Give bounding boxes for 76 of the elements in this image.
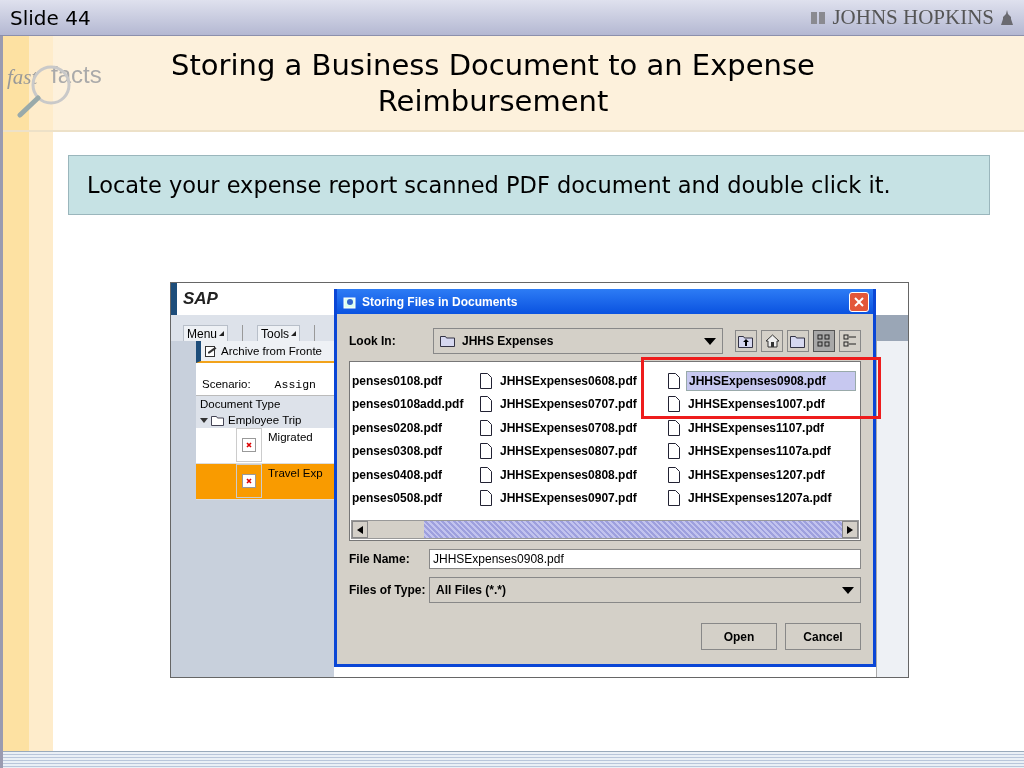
cancel-button[interactable]: Cancel [785, 623, 861, 650]
left-arrow-icon [357, 525, 363, 534]
file-item[interactable]: JHHSExpenses0707.pdf [498, 395, 641, 414]
right-arrow-icon [847, 525, 853, 534]
file-item[interactable]: JHHSExpenses0708.pdf [498, 418, 641, 437]
file-item[interactable]: JHHSExpenses0907.pdf [498, 489, 641, 508]
column-header: Document Type [196, 395, 334, 412]
instruction-callout: Locate your expense report scanned PDF document and double click it. [68, 155, 990, 215]
horizontal-scrollbar[interactable] [351, 520, 859, 539]
file-icon [480, 443, 492, 460]
file-item[interactable]: penses0408.pdf [350, 465, 447, 484]
slide-number: Slide 44 [10, 5, 91, 30]
home-button[interactable] [761, 330, 783, 352]
accent-bar [171, 283, 177, 315]
sap-logo: SAP [183, 289, 218, 309]
dome-icon [1000, 9, 1014, 26]
file-icon [480, 372, 492, 389]
details-icon [843, 334, 857, 348]
file-item[interactable]: penses0508.pdf [350, 489, 447, 508]
field-label: Files of Type: [349, 583, 427, 597]
archive-button[interactable]: Archive from Fronte [196, 341, 334, 363]
look-in-dropdown[interactable]: JHHS Expenses [433, 328, 723, 354]
caret-icon [704, 337, 716, 345]
new-folder-button[interactable] [787, 330, 809, 352]
file-icon [668, 419, 680, 436]
file-item[interactable]: JHHSExpenses0908.pdf [686, 370, 856, 391]
app-icon [343, 294, 357, 309]
file-icon [480, 490, 492, 507]
file-item[interactable]: penses0308.pdf [350, 442, 447, 461]
file-icon [480, 419, 492, 436]
file-item[interactable]: penses0108add.pdf [350, 395, 468, 414]
file-item[interactable]: JHHSExpenses0608.pdf [498, 371, 641, 390]
tree-item[interactable]: Migrated [196, 428, 334, 464]
file-type-dropdown[interactable]: All Files (*.*) [429, 577, 861, 603]
edit-icon [205, 345, 217, 357]
file-icon [480, 396, 492, 413]
caret-icon [842, 586, 854, 594]
file-item[interactable]: JHHSExpenses1107a.pdf [686, 442, 835, 461]
file-name-field[interactable]: JHHSExpenses0908.pdf [429, 549, 861, 569]
file-item[interactable]: JHHSExpenses1207.pdf [686, 465, 829, 484]
file-icon [480, 466, 492, 483]
broken-image-icon [242, 474, 256, 488]
grid-icon [817, 334, 831, 348]
tree-node[interactable]: Employee Trip [196, 412, 334, 428]
file-item[interactable]: JHHSExpenses0808.pdf [498, 465, 641, 484]
field-label: Scenario: [202, 378, 251, 391]
close-icon [854, 296, 864, 307]
slide-title: Storing a Business Document to an Expense Reimbursement [170, 47, 816, 119]
toolbar [876, 315, 908, 341]
field-label: File Name: [349, 552, 411, 566]
scroll-thumb[interactable] [368, 521, 424, 538]
field-label: Look In: [349, 334, 397, 348]
list-view-button[interactable] [813, 330, 835, 352]
up-folder-button[interactable] [735, 330, 757, 352]
file-item[interactable]: JHHSExpenses1007.pdf [686, 395, 829, 414]
folder-icon [211, 414, 225, 426]
file-item[interactable]: JHHSExpenses1207a.pdf [686, 489, 836, 508]
details-view-button[interactable] [839, 330, 861, 352]
file-icon [668, 443, 680, 460]
open-button[interactable]: Open [701, 623, 777, 650]
flag-icon [810, 10, 827, 25]
file-item[interactable]: penses0208.pdf [350, 418, 447, 437]
file-icon [668, 466, 680, 483]
file-item[interactable]: penses0108.pdf [350, 371, 447, 390]
brand-name: JOHNS HOPKINS [832, 5, 994, 30]
field-value: Assign [274, 378, 316, 391]
close-button[interactable] [849, 291, 869, 312]
file-icon [668, 396, 680, 413]
dialog-title: Storing Files in Documents [362, 294, 519, 309]
tree-item[interactable]: Travel Exp [196, 464, 334, 500]
file-item[interactable]: JHHSExpenses0807.pdf [498, 442, 641, 461]
broken-image-icon [242, 438, 256, 452]
file-item[interactable]: JHHSExpenses1107.pdf [686, 418, 829, 437]
folder-icon [440, 335, 456, 347]
file-icon [668, 490, 680, 507]
file-icon [668, 372, 680, 389]
